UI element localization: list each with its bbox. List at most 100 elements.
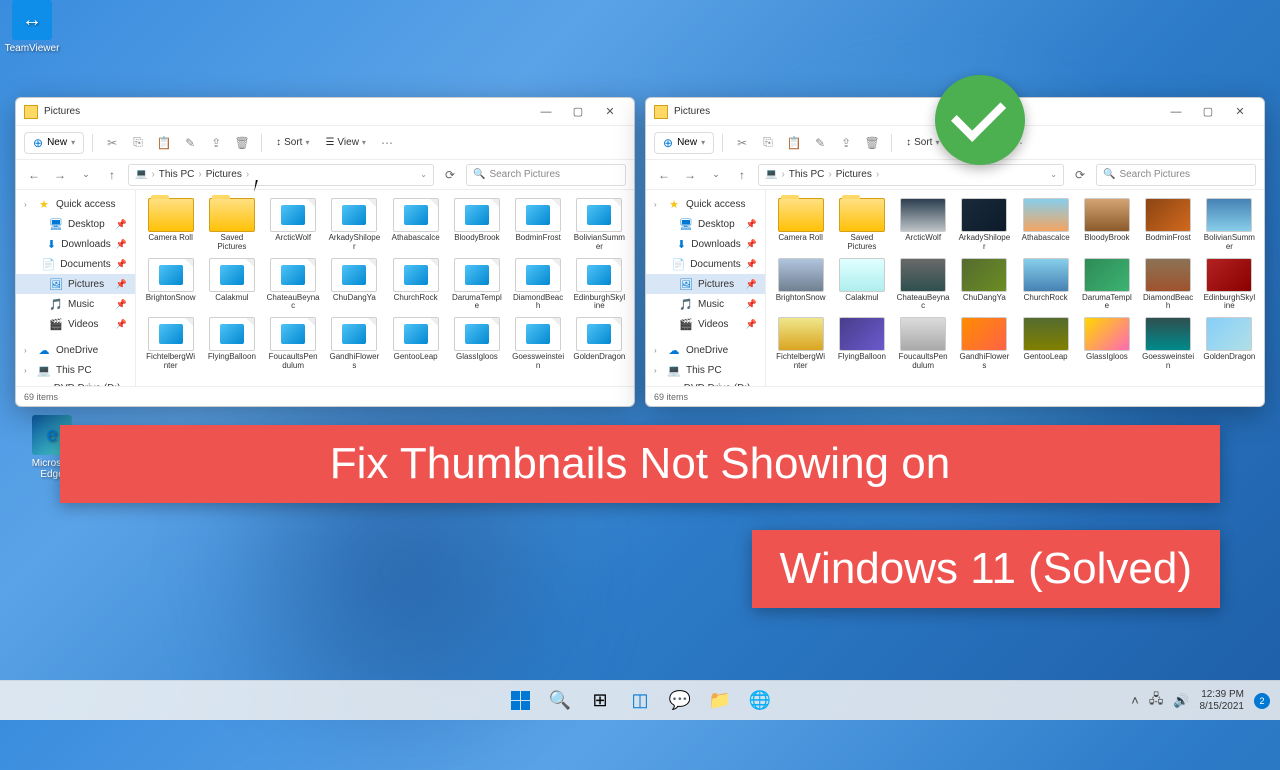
maximize-button[interactable]: ▢ (1192, 101, 1224, 123)
recent-button[interactable]: ⌄ (706, 165, 726, 185)
sidebar-item[interactable]: 🖥Desktop📌 (16, 214, 135, 234)
image-item[interactable]: BloodyBrook (1078, 196, 1135, 254)
navigation-pane[interactable]: ›★Quick access🖥Desktop📌⬇Downloads📌📄Docum… (16, 190, 136, 386)
sidebar-item[interactable]: 🖼Pictures📌 (16, 274, 135, 294)
image-item[interactable]: FlyingBalloon (833, 315, 890, 373)
up-button[interactable]: ↑ (732, 165, 752, 185)
search-button[interactable]: 🔍 (542, 683, 578, 719)
image-item[interactable]: FlyingBalloon (203, 315, 260, 373)
image-item[interactable]: GlassIgloos (1078, 315, 1135, 373)
image-item[interactable]: DarumaTemple (1078, 256, 1135, 314)
image-item[interactable]: FoucaultsPendulum (265, 315, 322, 373)
network-icon[interactable]: 🖧 (1149, 690, 1164, 712)
explorer-button[interactable]: 📁 (702, 683, 738, 719)
edge-button[interactable]: 🌐 (742, 683, 778, 719)
rename-icon[interactable]: ✎ (179, 132, 201, 154)
image-item[interactable]: ChuDangYa (326, 256, 383, 314)
folder-item[interactable]: Camera Roll (142, 196, 199, 254)
image-item[interactable]: Calakmul (833, 256, 890, 314)
search-input[interactable]: 🔍 Search Pictures (1096, 164, 1256, 186)
image-item[interactable]: DiamondBeach (1140, 256, 1197, 314)
paste-icon[interactable]: 📋 (783, 132, 805, 154)
sidebar-item[interactable]: 🖼Pictures📌 (646, 274, 765, 294)
image-item[interactable]: BloodyBrook (448, 196, 505, 254)
paste-icon[interactable]: 📋 (153, 132, 175, 154)
refresh-button[interactable]: ⟳ (1070, 165, 1090, 185)
image-item[interactable]: DiamondBeach (510, 256, 567, 314)
cut-icon[interactable]: ✂ (101, 132, 123, 154)
image-item[interactable]: Athabascalce (1017, 196, 1074, 254)
sidebar-item[interactable]: 📄Documents📌 (16, 254, 135, 274)
image-item[interactable]: BodminFrost (1140, 196, 1197, 254)
breadcrumb[interactable]: 💻 › This PC › Pictures › ⌄ (758, 164, 1064, 186)
sidebar-item[interactable]: ›💻This PC (646, 360, 765, 380)
delete-icon[interactable]: 🗑 (861, 132, 883, 154)
new-button[interactable]: New ▾ (654, 132, 714, 154)
tray-chevron-icon[interactable]: ˄ (1131, 693, 1139, 708)
titlebar[interactable]: Pictures ― ▢ ✕ (16, 98, 634, 126)
clock[interactable]: 12:39 PM 8/15/2021 (1200, 689, 1245, 713)
desktop-icon-teamviewer[interactable]: ↔TeamViewer (0, 0, 64, 54)
breadcrumb[interactable]: 💻 › This PC › Pictures › ⌄ (128, 164, 434, 186)
copy-icon[interactable]: ⎘ (127, 132, 149, 154)
search-input[interactable]: 🔍 Search Pictures (466, 164, 626, 186)
image-item[interactable]: Goessweinstein (510, 315, 567, 373)
sidebar-item[interactable]: 🎬Videos📌 (646, 314, 765, 334)
start-button[interactable] (502, 683, 538, 719)
sidebar-item[interactable]: ›★Quick access (646, 194, 765, 214)
refresh-button[interactable]: ⟳ (440, 165, 460, 185)
image-item[interactable]: ChateauBeynac (895, 256, 952, 314)
file-pane[interactable]: Camera RollSaved PicturesArcticWolfArkad… (766, 190, 1264, 386)
back-button[interactable]: ← (654, 165, 674, 185)
image-item[interactable]: DarumaTemple (448, 256, 505, 314)
sidebar-item[interactable]: 🎵Music📌 (646, 294, 765, 314)
folder-item[interactable]: Saved Pictures (833, 196, 890, 254)
image-item[interactable]: FoucaultsPendulum (895, 315, 952, 373)
taskview-button[interactable]: ⊞ (582, 683, 618, 719)
sidebar-item[interactable]: ›☁OneDrive (646, 340, 765, 360)
image-item[interactable]: ArcticWolf (895, 196, 952, 254)
image-item[interactable]: ArcticWolf (265, 196, 322, 254)
view-button[interactable]: ☰ View (319, 134, 371, 151)
image-item[interactable]: ArkadyShiloper (956, 196, 1013, 254)
minimize-button[interactable]: ― (530, 101, 562, 123)
image-item[interactable]: BrightonSnow (772, 256, 829, 314)
image-item[interactable]: Goessweinstein (1140, 315, 1197, 373)
notification-badge[interactable]: 2 (1254, 693, 1270, 709)
sidebar-item[interactable]: 🎵Music📌 (16, 294, 135, 314)
image-item[interactable]: EdinburghSkyline (1201, 256, 1258, 314)
navigation-pane[interactable]: ›★Quick access🖥Desktop📌⬇Downloads📌📄Docum… (646, 190, 766, 386)
image-item[interactable]: BodminFrost (510, 196, 567, 254)
sidebar-item[interactable]: ⬇Downloads📌 (16, 234, 135, 254)
image-item[interactable]: BrightonSnow (142, 256, 199, 314)
maximize-button[interactable]: ▢ (562, 101, 594, 123)
sidebar-item[interactable]: 🖥Desktop📌 (646, 214, 765, 234)
forward-button[interactable]: → (680, 165, 700, 185)
new-button[interactable]: New ▾ (24, 132, 84, 154)
sidebar-item[interactable]: 📄Documents📌 (646, 254, 765, 274)
image-item[interactable]: BolivianSummer (571, 196, 628, 254)
back-button[interactable]: ← (24, 165, 44, 185)
image-item[interactable]: GandhiFlowers (956, 315, 1013, 373)
volume-icon[interactable]: 🔊 (1173, 693, 1189, 709)
cut-icon[interactable]: ✂ (731, 132, 753, 154)
image-item[interactable]: GoldenDragon (571, 315, 628, 373)
share-icon[interactable]: ⇪ (835, 132, 857, 154)
image-item[interactable]: EdinburghSkyline (571, 256, 628, 314)
image-item[interactable]: ArkadyShiloper (326, 196, 383, 254)
image-item[interactable]: GentooLeap (387, 315, 444, 373)
image-item[interactable]: GlassIgloos (448, 315, 505, 373)
sort-button[interactable]: ↕ Sort (270, 134, 315, 151)
image-item[interactable]: ChurchRock (387, 256, 444, 314)
up-button[interactable]: ↑ (102, 165, 122, 185)
image-item[interactable]: BolivianSummer (1201, 196, 1258, 254)
folder-item[interactable]: Saved Pictures (203, 196, 260, 254)
image-item[interactable]: FichtelbergWinter (772, 315, 829, 373)
widgets-button[interactable]: ◫ (622, 683, 658, 719)
image-item[interactable]: Calakmul (203, 256, 260, 314)
image-item[interactable]: ChateauBeynac (265, 256, 322, 314)
image-item[interactable]: ChurchRock (1017, 256, 1074, 314)
chat-button[interactable]: 💬 (662, 683, 698, 719)
sidebar-item[interactable]: ›☁OneDrive (16, 340, 135, 360)
folder-item[interactable]: Camera Roll (772, 196, 829, 254)
